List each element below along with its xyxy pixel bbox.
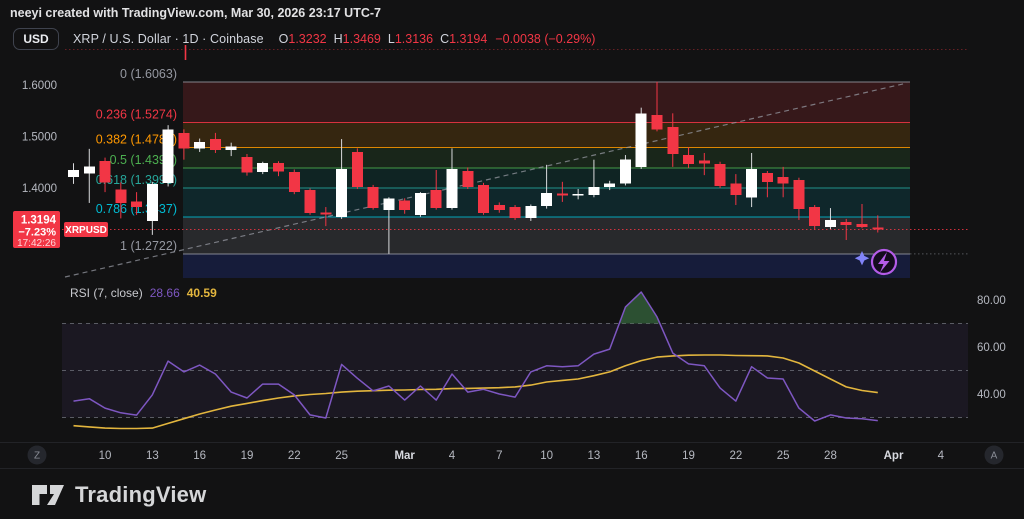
ohlc-open-value: 1.3232 <box>288 32 326 46</box>
price-badge-value: 1.3194 <box>21 215 57 227</box>
ohlc-low-value: 1.3136 <box>395 32 433 46</box>
price-tick-1.6000: 1.6000 <box>22 80 57 92</box>
attribution: neeyi created with TradingView.com, Mar … <box>0 0 1024 26</box>
fib-label-0: 0 (1.6063) <box>120 67 177 81</box>
fib-band-0.786 <box>183 217 910 254</box>
price-badge-countdown: 17:42:26 <box>17 238 56 249</box>
rsi-tick-40.00: 40.00 <box>977 389 1006 401</box>
candle-Feb-22[interactable] <box>289 169 300 194</box>
ohlc-values: O1.3232 H1.3469 L1.3136 C1.3194 −0.0038 … <box>272 32 596 46</box>
time-tick-16[interactable]: 16 <box>635 450 648 462</box>
chart-canvas[interactable]: 0 (1.6063)0.236 (1.5274)0.382 (1.4787)0.… <box>0 0 1024 519</box>
time-tick-25[interactable]: 25 <box>335 450 348 462</box>
time-tick-19[interactable]: 19 <box>241 450 254 462</box>
symbol-title[interactable]: XRP / U.S. Dollar · 1D · Coinbase <box>73 32 264 46</box>
ohlc-low-label: L <box>388 32 395 46</box>
candle-Mar-6[interactable] <box>478 183 489 215</box>
time-tick-22[interactable]: 22 <box>288 450 301 462</box>
rsi-params: (7, close) <box>93 286 142 300</box>
rsi-value: 28.66 <box>150 286 180 300</box>
rsi-tick-80.00: 80.00 <box>977 295 1006 307</box>
left-axis-badge-letter: Z <box>34 451 40 462</box>
fib-band-0 <box>183 82 910 123</box>
candle-Mar-27[interactable] <box>809 205 820 229</box>
fib-label-0.236: 0.236 (1.5274) <box>96 107 177 121</box>
time-tick-4[interactable]: 4 <box>449 450 456 462</box>
rsi-name: RSI <box>70 286 90 300</box>
candle-Feb-26[interactable] <box>352 148 363 189</box>
candle-Mar-2[interactable] <box>415 192 426 217</box>
tradingview-logo-icon <box>31 484 65 506</box>
ohlc-open-label: O <box>279 32 289 46</box>
candle-Feb-23[interactable] <box>305 189 316 215</box>
ohlc-close-label: C <box>440 32 449 46</box>
ticker-row: USD XRP / U.S. Dollar · 1D · Coinbase O1… <box>0 26 1024 52</box>
symbol-chip-text: XRPUSD <box>65 225 107 236</box>
time-tick-13[interactable]: 13 <box>588 450 601 462</box>
time-tick-13[interactable]: 13 <box>146 450 159 462</box>
time-tick-10[interactable]: 10 <box>540 450 553 462</box>
candle-Feb-19[interactable] <box>241 154 252 176</box>
rsi-indicator-label[interactable]: RSI (7, close) 28.66 40.59 <box>70 286 217 300</box>
time-tick-4[interactable]: 4 <box>938 450 945 462</box>
time-tick-Mar[interactable]: Mar <box>394 450 415 462</box>
fib-band-0.236 <box>183 122 910 147</box>
fib-band-1 <box>183 254 910 278</box>
candle-Mar-8[interactable] <box>510 205 521 220</box>
ohlc-high-value: 1.3469 <box>343 32 381 46</box>
price-change: −0.0038 (−0.29%) <box>495 32 595 46</box>
fib-label-1: 1 (1.2722) <box>120 239 177 253</box>
right-axis-badge-letter: A <box>991 451 998 462</box>
price-tick-1.5000: 1.5000 <box>22 132 57 144</box>
time-tick-16[interactable]: 16 <box>193 450 206 462</box>
time-tick-25[interactable]: 25 <box>777 450 790 462</box>
candle-Feb-13[interactable] <box>147 182 158 235</box>
candle-Feb-27[interactable] <box>368 185 379 210</box>
price-badge-change: −7.23% <box>18 227 56 239</box>
time-tick-19[interactable]: 19 <box>682 450 695 462</box>
screenshot-root: neeyi created with TradingView.com, Mar … <box>0 0 1024 519</box>
price-tick-1.4000: 1.4000 <box>22 183 57 195</box>
fib-band-0.382 <box>183 147 910 167</box>
candle-Mar-21[interactable] <box>715 162 726 188</box>
candle-Feb-9[interactable] <box>84 149 95 203</box>
currency-button[interactable]: USD <box>13 28 59 50</box>
ohlc-close-value: 1.3194 <box>449 32 487 46</box>
time-tick-22[interactable]: 22 <box>729 450 742 462</box>
footer: TradingView <box>0 470 1024 519</box>
candle-Mar-16[interactable] <box>636 108 647 169</box>
rsi-tick-60.00: 60.00 <box>977 342 1006 354</box>
time-tick-10[interactable]: 10 <box>99 450 112 462</box>
candle-Feb-14[interactable] <box>163 125 174 186</box>
time-tick-28[interactable]: 28 <box>824 450 837 462</box>
time-tick-7[interactable]: 7 <box>496 450 502 462</box>
time-tick-Apr[interactable]: Apr <box>884 450 904 462</box>
tradingview-brand-text[interactable]: TradingView <box>75 482 206 508</box>
candle-Feb-8[interactable] <box>68 163 79 184</box>
rsi-ma-value: 40.59 <box>187 286 217 300</box>
ohlc-high-label: H <box>334 32 343 46</box>
